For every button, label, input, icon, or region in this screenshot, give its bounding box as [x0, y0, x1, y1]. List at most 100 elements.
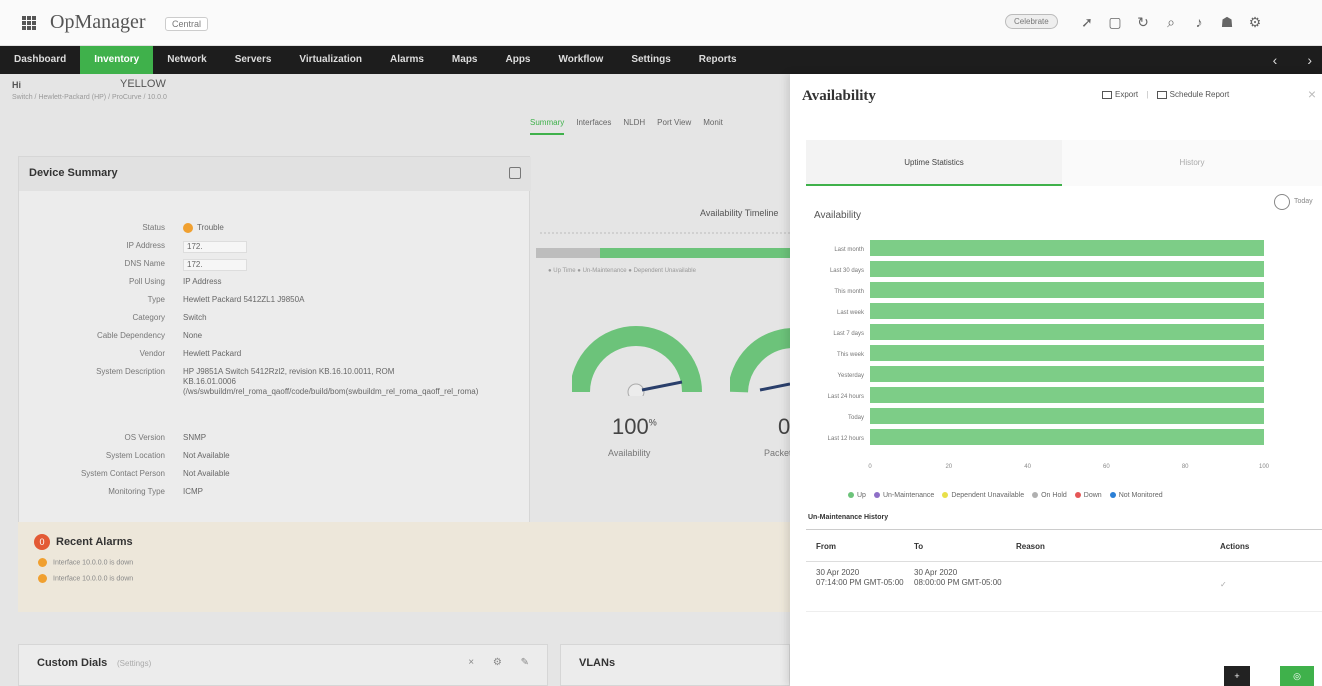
col-to: To: [914, 542, 924, 551]
add-button[interactable]: +: [1224, 666, 1250, 686]
clock-icon[interactable]: [1274, 194, 1290, 210]
nav-servers[interactable]: Servers: [221, 46, 286, 74]
tab-history[interactable]: History: [1062, 140, 1322, 186]
x-tick-label: 60: [1103, 464, 1110, 470]
device-tabs: Summary Interfaces NLDH Port View Monit: [530, 118, 723, 135]
col-reason: Reason: [1016, 542, 1045, 551]
nav-settings[interactable]: Settings: [617, 46, 684, 74]
recent-alarms-title: Recent Alarms: [56, 536, 133, 548]
tab-port-view[interactable]: Port View: [657, 118, 691, 135]
bar-up[interactable]: [870, 282, 1264, 298]
app-edition-badge: Central: [165, 17, 209, 31]
summary-row-location: System Location Not Available: [105, 451, 230, 460]
timeline-legend: ● Up Time ● Un-Maintenance ● Dependent U…: [548, 268, 696, 274]
custom-dials-card: Custom Dials (Settings) × ⚙ ✎: [18, 644, 548, 686]
schedule-report-button[interactable]: Schedule Report: [1156, 90, 1229, 99]
nav-apps[interactable]: Apps: [491, 46, 544, 74]
y-tick-label: Last 7 days: [833, 331, 864, 337]
availability-panel: Availability Export | Schedule Report × …: [790, 74, 1322, 686]
cell-from: 30 Apr 2020 07:14:00 PM GMT-05:00: [816, 568, 904, 587]
alarm-item[interactable]: Interface 10.0.0.0 is down: [38, 558, 133, 567]
summary-row-contact: System Contact Person Not Available: [80, 469, 230, 478]
chart-legend: Up Un-Maintenance Dependent Unavailable On …: [848, 492, 1171, 499]
close-icon[interactable]: ×: [1308, 86, 1316, 102]
refresh-icon[interactable]: ↻: [1134, 13, 1152, 31]
availability-gauge-label: Availability: [608, 448, 651, 458]
availability-gauge: [572, 326, 702, 396]
alarm-item[interactable]: Interface 10.0.0.0 is down: [38, 574, 133, 583]
edit-icon[interactable]: [509, 167, 521, 179]
app-grid-icon[interactable]: [22, 16, 36, 30]
summary-row-description: System Description HP J9851A Switch 5412R…: [96, 367, 479, 396]
legend-item[interactable]: Up: [848, 492, 866, 499]
y-tick-label: Last week: [837, 310, 865, 316]
tab-nldh[interactable]: NLDH: [623, 118, 645, 135]
tab-interfaces[interactable]: Interfaces: [576, 118, 611, 135]
summary-row-ip: IP Address 172.: [19, 241, 531, 259]
availability-bar-chart: Last month Last 30 days This month Last wee…: [828, 240, 1270, 470]
nav-alarms[interactable]: Alarms: [376, 46, 438, 74]
nav-inventory[interactable]: Inventory: [80, 46, 154, 74]
bar-up[interactable]: [870, 324, 1264, 340]
col-from: From: [816, 542, 836, 551]
summary-row-cable: Cable Dependency None: [96, 331, 203, 340]
header-pill-button[interactable]: Celebrate: [1005, 14, 1058, 29]
device-summary-header: Device Summary: [19, 157, 531, 191]
tab-uptime-statistics[interactable]: Uptime Statistics: [806, 140, 1062, 186]
nav-reports[interactable]: Reports: [685, 46, 751, 74]
tab-summary[interactable]: Summary: [530, 118, 565, 135]
bar-up[interactable]: [870, 366, 1264, 382]
export-button[interactable]: Export: [1102, 90, 1138, 99]
custom-dials-subtitle: (Settings): [117, 659, 152, 668]
y-tick-label: Last 12 hours: [828, 436, 864, 442]
legend-swatch-icon: [942, 492, 949, 499]
legend-item[interactable]: On Hold: [1032, 492, 1067, 499]
bar-up[interactable]: [870, 345, 1264, 361]
nav-network[interactable]: Network: [153, 46, 220, 74]
bar-up[interactable]: [870, 408, 1264, 424]
device-status-label: YELLOW: [120, 78, 166, 90]
table-row: 30 Apr 2020 07:14:00 PM GMT-05:00 30 Apr…: [806, 562, 1322, 612]
vlans-title: VLANs: [579, 657, 616, 669]
chat-button[interactable]: ◎: [1280, 666, 1314, 686]
nav-maps[interactable]: Maps: [438, 46, 492, 74]
legend-item[interactable]: Down: [1074, 492, 1102, 499]
device-summary-title: Device Summary: [29, 167, 118, 179]
search-icon[interactable]: ⌕: [1162, 13, 1180, 31]
custom-dials-title: Custom Dials: [37, 657, 108, 669]
bar-up[interactable]: [870, 429, 1264, 445]
legend-swatch-icon: [1032, 492, 1039, 499]
summary-row-os: OS Version SNMP: [124, 433, 207, 442]
bar-up[interactable]: [870, 240, 1264, 256]
bar-up[interactable]: [870, 387, 1264, 403]
legend-item[interactable]: Dependent Unavailable: [942, 492, 1024, 499]
y-tick-label: This month: [834, 289, 864, 295]
x-tick-label: 40: [1024, 464, 1031, 470]
legend-item[interactable]: Not Monitored: [1109, 492, 1163, 499]
gear-icon[interactable]: ⚙: [1246, 13, 1264, 31]
summary-row-type: Type Hewlett Packard 5412ZL1 J9850A: [147, 295, 305, 304]
monitor-icon[interactable]: ▢: [1106, 13, 1124, 31]
robot-icon[interactable]: ☗: [1218, 13, 1236, 31]
rocket-icon[interactable]: ➚: [1078, 13, 1096, 31]
nav-workflow[interactable]: Workflow: [544, 46, 617, 74]
maintenance-history-title: Un-Maintenance History: [806, 514, 1322, 530]
tab-monitors[interactable]: Monit: [703, 118, 723, 135]
dials-card-icons[interactable]: × ⚙ ✎: [468, 657, 537, 668]
packet-gauge: [730, 328, 790, 393]
chevron-left-icon[interactable]: ‹: [1273, 46, 1278, 74]
summary-row-status: Status Trouble: [142, 223, 224, 233]
edit-row-icon[interactable]: ✓: [1220, 580, 1227, 590]
panel-title: Availability: [802, 88, 876, 104]
legend-item[interactable]: Un-Maintenance: [873, 492, 934, 499]
chevron-right-icon[interactable]: ›: [1307, 46, 1312, 74]
period-label[interactable]: Today: [1294, 198, 1313, 205]
y-tick-label: Last month: [834, 247, 864, 253]
bar-up[interactable]: [870, 261, 1264, 277]
packet-gauge-label: Packet: [764, 448, 792, 458]
bar-up[interactable]: [870, 303, 1264, 319]
nav-dashboard[interactable]: Dashboard: [0, 46, 80, 74]
device-breadcrumb: Switch / Hewlett-Packard (HP) / ProCurve…: [12, 94, 167, 101]
bell-icon[interactable]: ♪: [1190, 13, 1208, 31]
nav-virtualization[interactable]: Virtualization: [285, 46, 376, 74]
